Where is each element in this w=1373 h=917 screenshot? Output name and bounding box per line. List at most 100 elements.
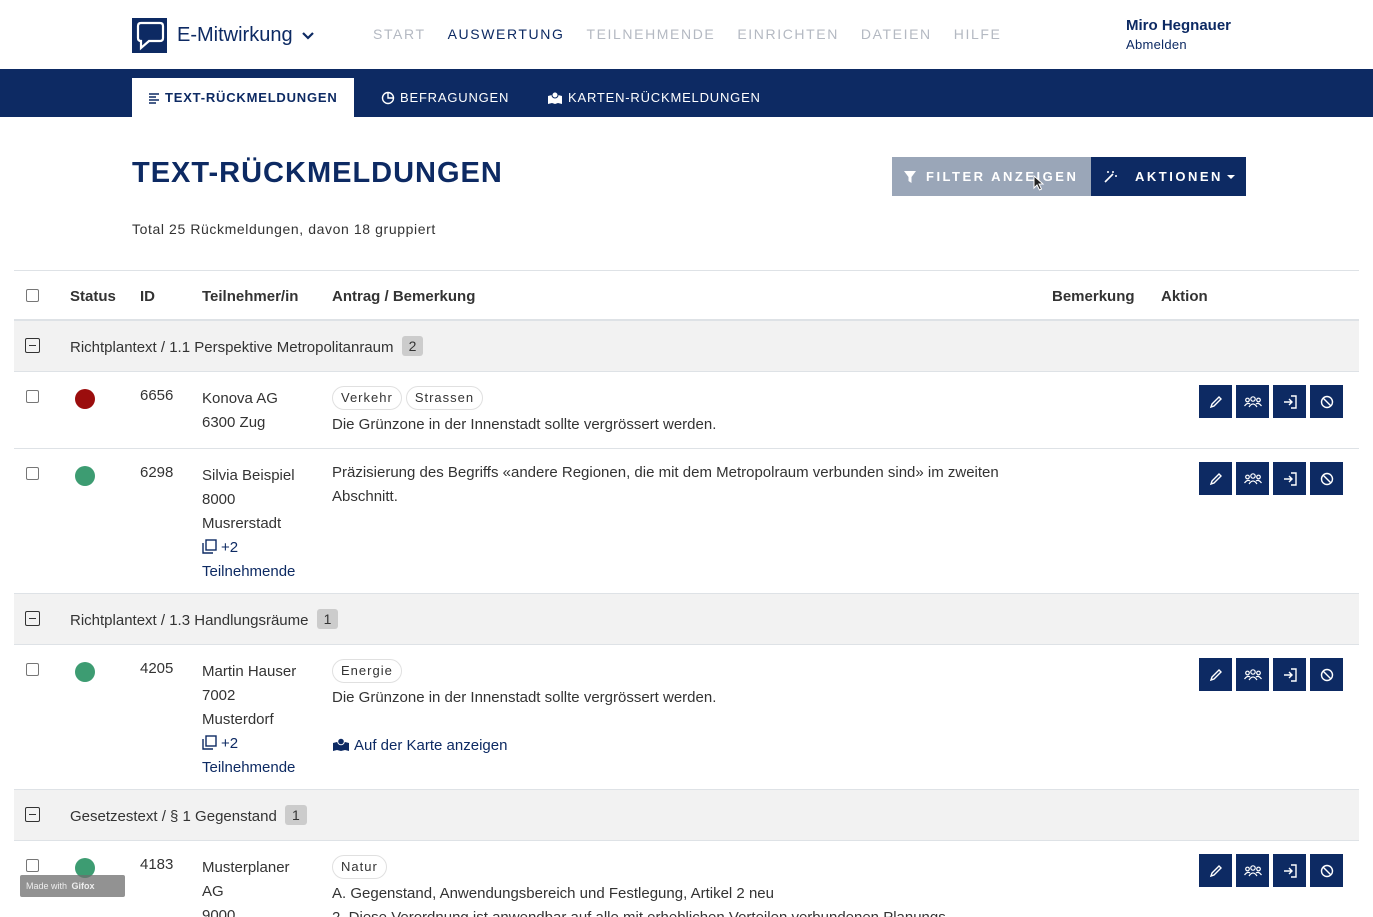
request-text: Präzisierung des Begriffs «andere Region… xyxy=(332,464,999,505)
group-row: Richtplantext / 1.1 Perspektive Metropol… xyxy=(14,321,1359,372)
tab-befragungen[interactable]: BEFRAGUNGEN xyxy=(381,78,509,117)
assign-button[interactable] xyxy=(1273,854,1306,887)
sign-in-icon xyxy=(1283,667,1297,682)
header-request[interactable]: Antrag / Bemerkung xyxy=(332,288,475,305)
collapse-toggle[interactable] xyxy=(25,611,40,626)
group-title-text: Richtplantext / 1.3 Handlungsräume xyxy=(70,612,309,629)
tab-karten-rueckmeldungen[interactable]: KARTEN-RÜCKMELDUNGEN xyxy=(547,78,761,117)
request-text: A. Gegenstand, Anwendungsbereich und Fes… xyxy=(332,885,774,902)
pencil-icon xyxy=(1209,864,1222,877)
actions-dropdown-button[interactable]: AKTIONEN xyxy=(1091,157,1246,196)
sub-nav: TEXT-RÜCKMELDUNGEN BEFRAGUNGEN KARTEN-RÜ… xyxy=(0,69,1373,117)
filter-button[interactable]: FILTER ANZEIGEN xyxy=(892,157,1091,196)
copy-icon xyxy=(202,735,217,750)
more-participants-link[interactable]: +2 Teilnehmende xyxy=(202,732,317,780)
magic-wand-icon xyxy=(1104,170,1117,183)
nav-start[interactable]: START xyxy=(373,26,426,42)
group-title-text: Gesetzestext / § 1 Gegenstand xyxy=(70,808,277,825)
edit-button[interactable] xyxy=(1199,854,1232,887)
show-on-map-link[interactable]: Auf der Karte anzeigen xyxy=(332,734,1012,758)
edit-button[interactable] xyxy=(1199,462,1232,495)
collapse-toggle[interactable] xyxy=(25,807,40,822)
more-label: Teilnehmende xyxy=(202,759,296,776)
nav-dateien[interactable]: DATEIEN xyxy=(861,26,932,42)
map-icon xyxy=(548,91,562,104)
group-button[interactable] xyxy=(1236,385,1269,418)
table-row: 4183 Musterplaner AG 9000 Natur A. Gegen… xyxy=(14,841,1359,917)
sign-in-icon xyxy=(1283,471,1297,486)
assign-button[interactable] xyxy=(1273,385,1306,418)
filter-label: FILTER ANZEIGEN xyxy=(926,169,1079,184)
table-row: 6298 Silvia Beispiel 8000 Musrerstadt +2… xyxy=(14,449,1359,594)
tab-text-rueckmeldungen[interactable]: TEXT-RÜCKMELDUNGEN xyxy=(132,78,354,117)
total-summary: Total 25 Rückmeldungen, davon 18 gruppie… xyxy=(132,221,436,237)
user-menu: Miro Hegnauer Abmelden xyxy=(1126,17,1231,52)
group-title-text: Richtplantext / 1.1 Perspektive Metropol… xyxy=(70,339,394,356)
header-status[interactable]: Status xyxy=(70,288,116,305)
tab-label: TEXT-RÜCKMELDUNGEN xyxy=(165,90,338,105)
header-action: Aktion xyxy=(1161,288,1208,305)
row-checkbox[interactable] xyxy=(26,663,39,676)
group-button[interactable] xyxy=(1236,658,1269,691)
ban-icon xyxy=(1320,864,1333,877)
row-checkbox[interactable] xyxy=(26,859,39,872)
row-checkbox[interactable] xyxy=(26,390,39,403)
more-count: +2 xyxy=(221,539,239,556)
edit-button[interactable] xyxy=(1199,385,1232,418)
nav-einrichten[interactable]: EINRICHTEN xyxy=(737,26,839,42)
sign-in-icon xyxy=(1283,863,1297,878)
gifox-watermark: Made with Gifox xyxy=(20,875,125,897)
status-dot xyxy=(75,662,95,682)
participant-city: Musterdorf xyxy=(202,711,274,728)
table-row: 4205 Martin Hauser 7002 Musterdorf +2 Tei… xyxy=(14,645,1359,790)
tag[interactable]: Natur xyxy=(332,855,387,879)
participant: Musterplaner AG 9000 xyxy=(202,856,317,917)
reject-button[interactable] xyxy=(1310,854,1343,887)
group-button[interactable] xyxy=(1236,854,1269,887)
row-id: 6298 xyxy=(140,464,174,481)
text-lines-icon xyxy=(149,92,159,104)
assign-button[interactable] xyxy=(1273,462,1306,495)
participant: Silvia Beispiel 8000 Musrerstadt +2 Teiln… xyxy=(202,464,317,584)
participant-name-2: AG xyxy=(202,883,224,900)
nav-teilnehmende[interactable]: TEILNEHMENDE xyxy=(586,26,715,42)
group-count-badge: 2 xyxy=(401,336,424,356)
row-id: 4183 xyxy=(140,856,174,873)
more-label: Teilnehmende xyxy=(202,563,296,580)
row-checkbox[interactable] xyxy=(26,467,39,480)
pencil-icon xyxy=(1209,472,1222,485)
tag[interactable]: Energie xyxy=(332,659,402,683)
users-icon xyxy=(1243,395,1262,407)
map-link-label: Auf der Karte anzeigen xyxy=(354,737,508,754)
header-participant[interactable]: Teilnehmer/in xyxy=(202,288,298,305)
participant-name: Musterplaner xyxy=(202,859,290,876)
group-title: Richtplantext / 1.1 Perspektive Metropol… xyxy=(70,336,424,357)
user-name: Miro Hegnauer xyxy=(1126,17,1232,34)
select-all-checkbox[interactable] xyxy=(26,289,39,302)
nav-hilfe[interactable]: HILFE xyxy=(954,26,1002,42)
brand-switcher[interactable]: E-Mitwirkung xyxy=(132,18,315,53)
assign-button[interactable] xyxy=(1273,658,1306,691)
group-button[interactable] xyxy=(1236,462,1269,495)
edit-button[interactable] xyxy=(1199,658,1232,691)
more-participants-link[interactable]: +2 Teilnehmende xyxy=(202,536,317,584)
users-icon xyxy=(1243,668,1262,680)
reject-button[interactable] xyxy=(1310,462,1343,495)
logout-link[interactable]: Abmelden xyxy=(1126,37,1231,52)
reject-button[interactable] xyxy=(1310,658,1343,691)
tag[interactable]: Strassen xyxy=(405,386,484,410)
reject-button[interactable] xyxy=(1310,385,1343,418)
sign-in-icon xyxy=(1283,394,1297,409)
tag[interactable]: Verkehr xyxy=(332,386,402,410)
page-title: TEXT-RÜCKMELDUNGEN xyxy=(132,157,503,189)
header-remark[interactable]: Bemerkung xyxy=(1052,288,1135,305)
group-title: Richtplantext / 1.3 Handlungsräume 1 xyxy=(70,609,339,630)
header-id[interactable]: ID xyxy=(140,288,155,305)
request-content: Energie Die Grünzone in der Innenstadt s… xyxy=(332,659,1012,758)
nav-auswertung[interactable]: AUSWERTUNG xyxy=(448,26,565,42)
filter-icon xyxy=(904,170,916,183)
more-count: +2 xyxy=(221,735,239,752)
table-row: 6656 Konova AG 6300 Zug Verkehr Strassen… xyxy=(14,372,1359,449)
participant-city: Musrerstadt xyxy=(202,515,282,532)
collapse-toggle[interactable] xyxy=(25,338,40,353)
